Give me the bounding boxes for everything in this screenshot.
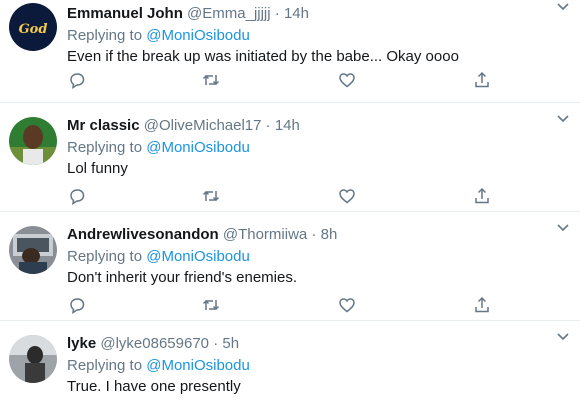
tweet-text: Don't inherit your friend's enemies. (67, 269, 298, 286)
like-icon[interactable] (337, 70, 357, 90)
tweet-actions (67, 186, 507, 206)
username[interactable]: @OliveMichael17 (144, 117, 262, 134)
mention-link[interactable]: @MoniOsibodu (146, 27, 250, 44)
chevron-down-icon[interactable] (556, 329, 570, 343)
like-icon[interactable] (337, 295, 357, 315)
separator: · (265, 117, 271, 134)
tweet-actions (67, 70, 507, 90)
tweet[interactable]: lyke @lyke08659670 · 5h Replying to @Mon… (0, 321, 580, 411)
share-icon[interactable] (472, 70, 492, 90)
separator: · (274, 5, 280, 22)
replying-to-label: Replying to (67, 248, 143, 265)
tweet[interactable]: Mr classic @OliveMichael17 · 14h Replyin… (0, 103, 580, 212)
mention-link[interactable]: @MoniOsibodu (146, 357, 250, 374)
tweet-text: Lol funny (67, 160, 128, 177)
share-icon[interactable] (472, 295, 492, 315)
replying-to: Replying to @MoniOsibodu (67, 26, 566, 46)
reply-icon[interactable] (67, 295, 87, 315)
retweet-icon[interactable] (201, 186, 221, 206)
replying-to-label: Replying to (67, 357, 143, 374)
username[interactable]: @lyke08659670 (100, 335, 209, 352)
tweet-text: True. I have one presently (67, 378, 241, 395)
username[interactable]: @Emma_jjjjj (187, 5, 271, 22)
display-name[interactable]: lyke (67, 335, 96, 352)
tweet-actions (67, 295, 507, 315)
chevron-down-icon[interactable] (556, 111, 570, 125)
tweet[interactable]: Andrewlivesonandon @Thormiiwa · 8h Reply… (0, 212, 580, 321)
timestamp[interactable]: 14h (284, 5, 309, 22)
display-name[interactable]: Emmanuel John (67, 5, 183, 22)
like-icon[interactable] (337, 186, 357, 206)
timestamp[interactable]: 14h (275, 117, 300, 134)
share-icon[interactable] (472, 186, 492, 206)
retweet-icon[interactable] (201, 295, 221, 315)
username[interactable]: @Thormiiwa (223, 226, 307, 243)
chevron-down-icon[interactable] (556, 0, 570, 13)
replying-to: Replying to @MoniOsibodu (67, 356, 566, 376)
separator: · (213, 335, 219, 352)
chevron-down-icon[interactable] (556, 220, 570, 234)
avatar[interactable] (9, 335, 57, 383)
reply-icon[interactable] (67, 186, 87, 206)
replying-to: Replying to @MoniOsibodu (67, 138, 566, 158)
tweet-text: Even if the break up was initiated by th… (67, 48, 459, 65)
mention-link[interactable]: @MoniOsibodu (146, 248, 250, 265)
tweet[interactable]: God Emmanuel John @Emma_jjjjj · 14h Repl… (0, 0, 580, 103)
separator: · (311, 226, 317, 243)
avatar[interactable]: God (9, 3, 57, 51)
mention-link[interactable]: @MoniOsibodu (146, 139, 250, 156)
replying-to-label: Replying to (67, 27, 143, 44)
display-name[interactable]: Andrewlivesonandon (67, 226, 219, 243)
svg-text:God: God (19, 22, 48, 37)
display-name[interactable]: Mr classic (67, 117, 140, 134)
timestamp[interactable]: 8h (321, 226, 338, 243)
retweet-icon[interactable] (201, 70, 221, 90)
timestamp[interactable]: 5h (222, 335, 239, 352)
replying-to-label: Replying to (67, 139, 143, 156)
avatar[interactable] (9, 117, 57, 165)
avatar[interactable] (9, 226, 57, 274)
replying-to: Replying to @MoniOsibodu (67, 247, 566, 267)
reply-icon[interactable] (67, 70, 87, 90)
